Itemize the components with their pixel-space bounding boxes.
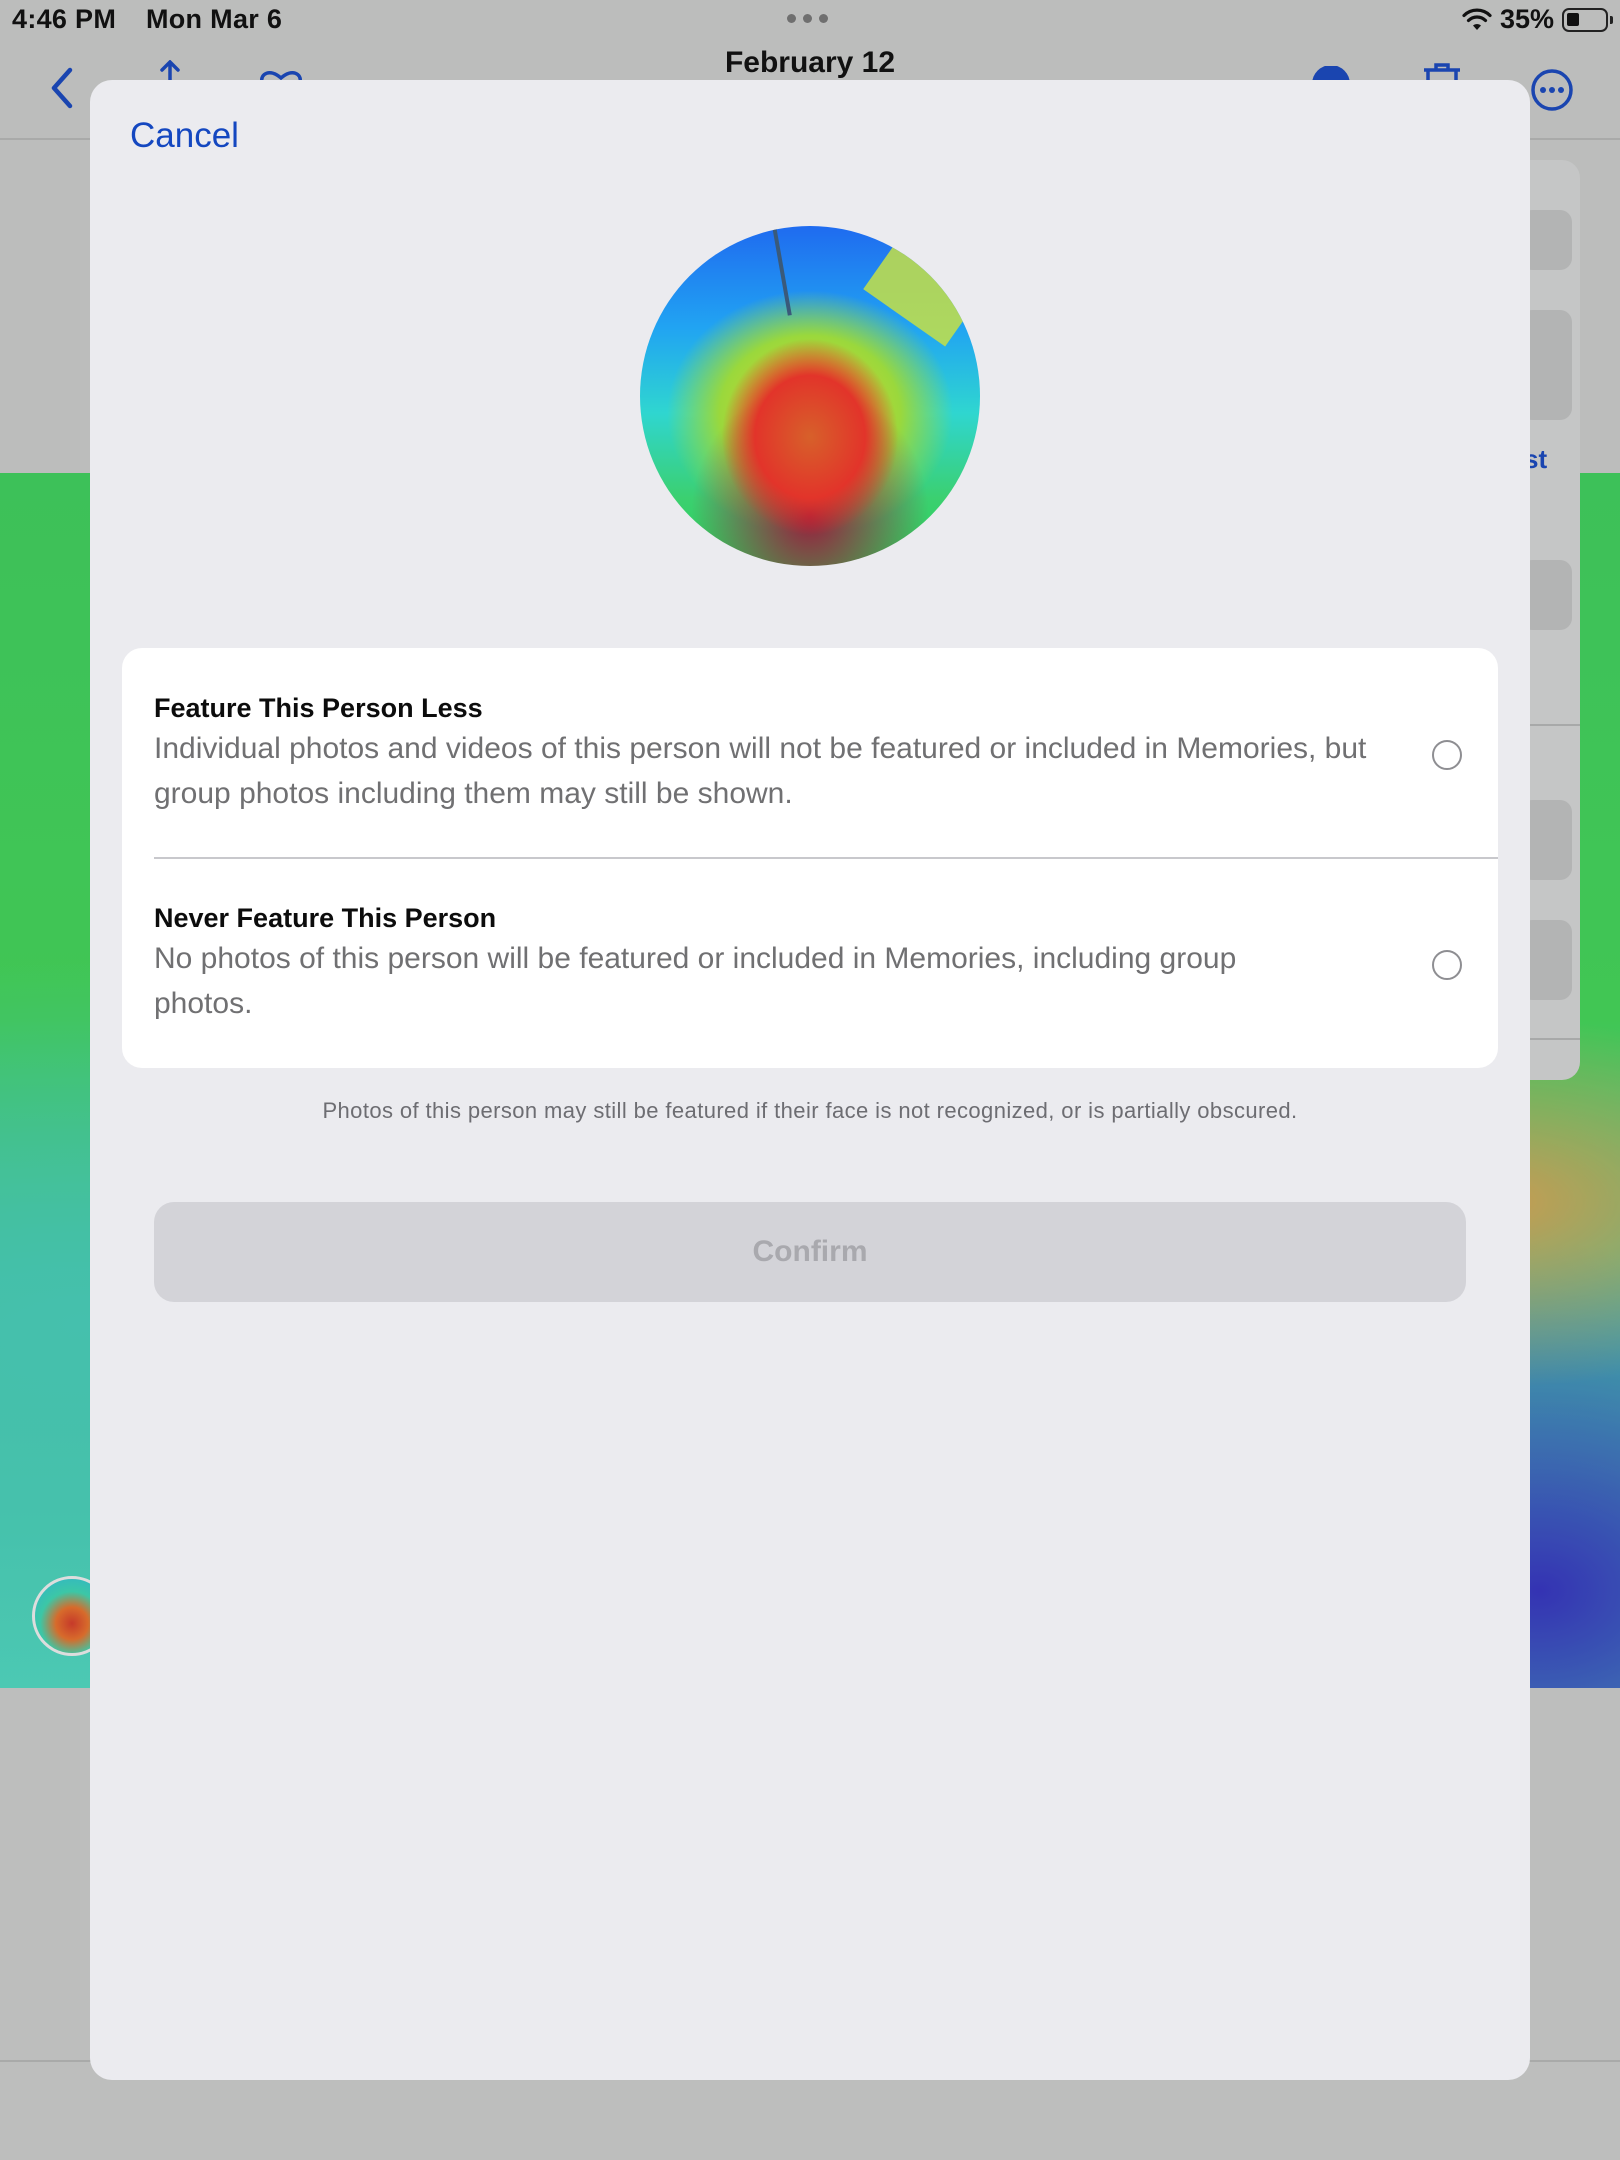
- radio-button[interactable]: [1432, 950, 1462, 980]
- nav-title: February 12: [724, 46, 896, 79]
- feature-less-sheet: Cancel Feature This Person Less Individu…: [90, 80, 1530, 2080]
- option-never-feature[interactable]: Never Feature This Person No photos of t…: [122, 858, 1498, 1068]
- options-card: Feature This Person Less Individual phot…: [122, 648, 1498, 1068]
- option-title: Never Feature This Person: [154, 903, 497, 933]
- option-feature-less[interactable]: Feature This Person Less Individual phot…: [122, 648, 1498, 858]
- status-date: Mon Mar 6: [145, 4, 283, 34]
- confirm-button[interactable]: Confirm: [154, 1202, 1466, 1302]
- back-chevron-icon[interactable]: [48, 66, 74, 110]
- more-icon[interactable]: [1530, 68, 1574, 112]
- status-bar-right: 35%: [1462, 4, 1613, 35]
- status-time: 4:46 PM: [12, 4, 117, 34]
- status-bar-left: 4:46 PM Mon Mar 6: [12, 4, 304, 35]
- option-description: Individual photos and videos of this per…: [154, 732, 1367, 810]
- option-description: No photos of this person will be feature…: [154, 942, 1237, 1020]
- battery-icon: [1562, 7, 1613, 32]
- cancel-button[interactable]: Cancel: [130, 116, 239, 156]
- option-title: Feature This Person Less: [154, 693, 483, 723]
- battery-fill: [1567, 12, 1579, 26]
- footnote: Photos of this person may still be featu…: [322, 1098, 1298, 1123]
- radio-button[interactable]: [1432, 740, 1462, 770]
- battery-percent: 35%: [1499, 4, 1554, 34]
- wifi-icon: [1462, 8, 1492, 30]
- screen: 4:46 PM Mon Mar 6 35% February 12 st Can…: [0, 0, 1620, 2160]
- multitasking-icon[interactable]: [787, 14, 828, 23]
- person-photo: [640, 226, 980, 566]
